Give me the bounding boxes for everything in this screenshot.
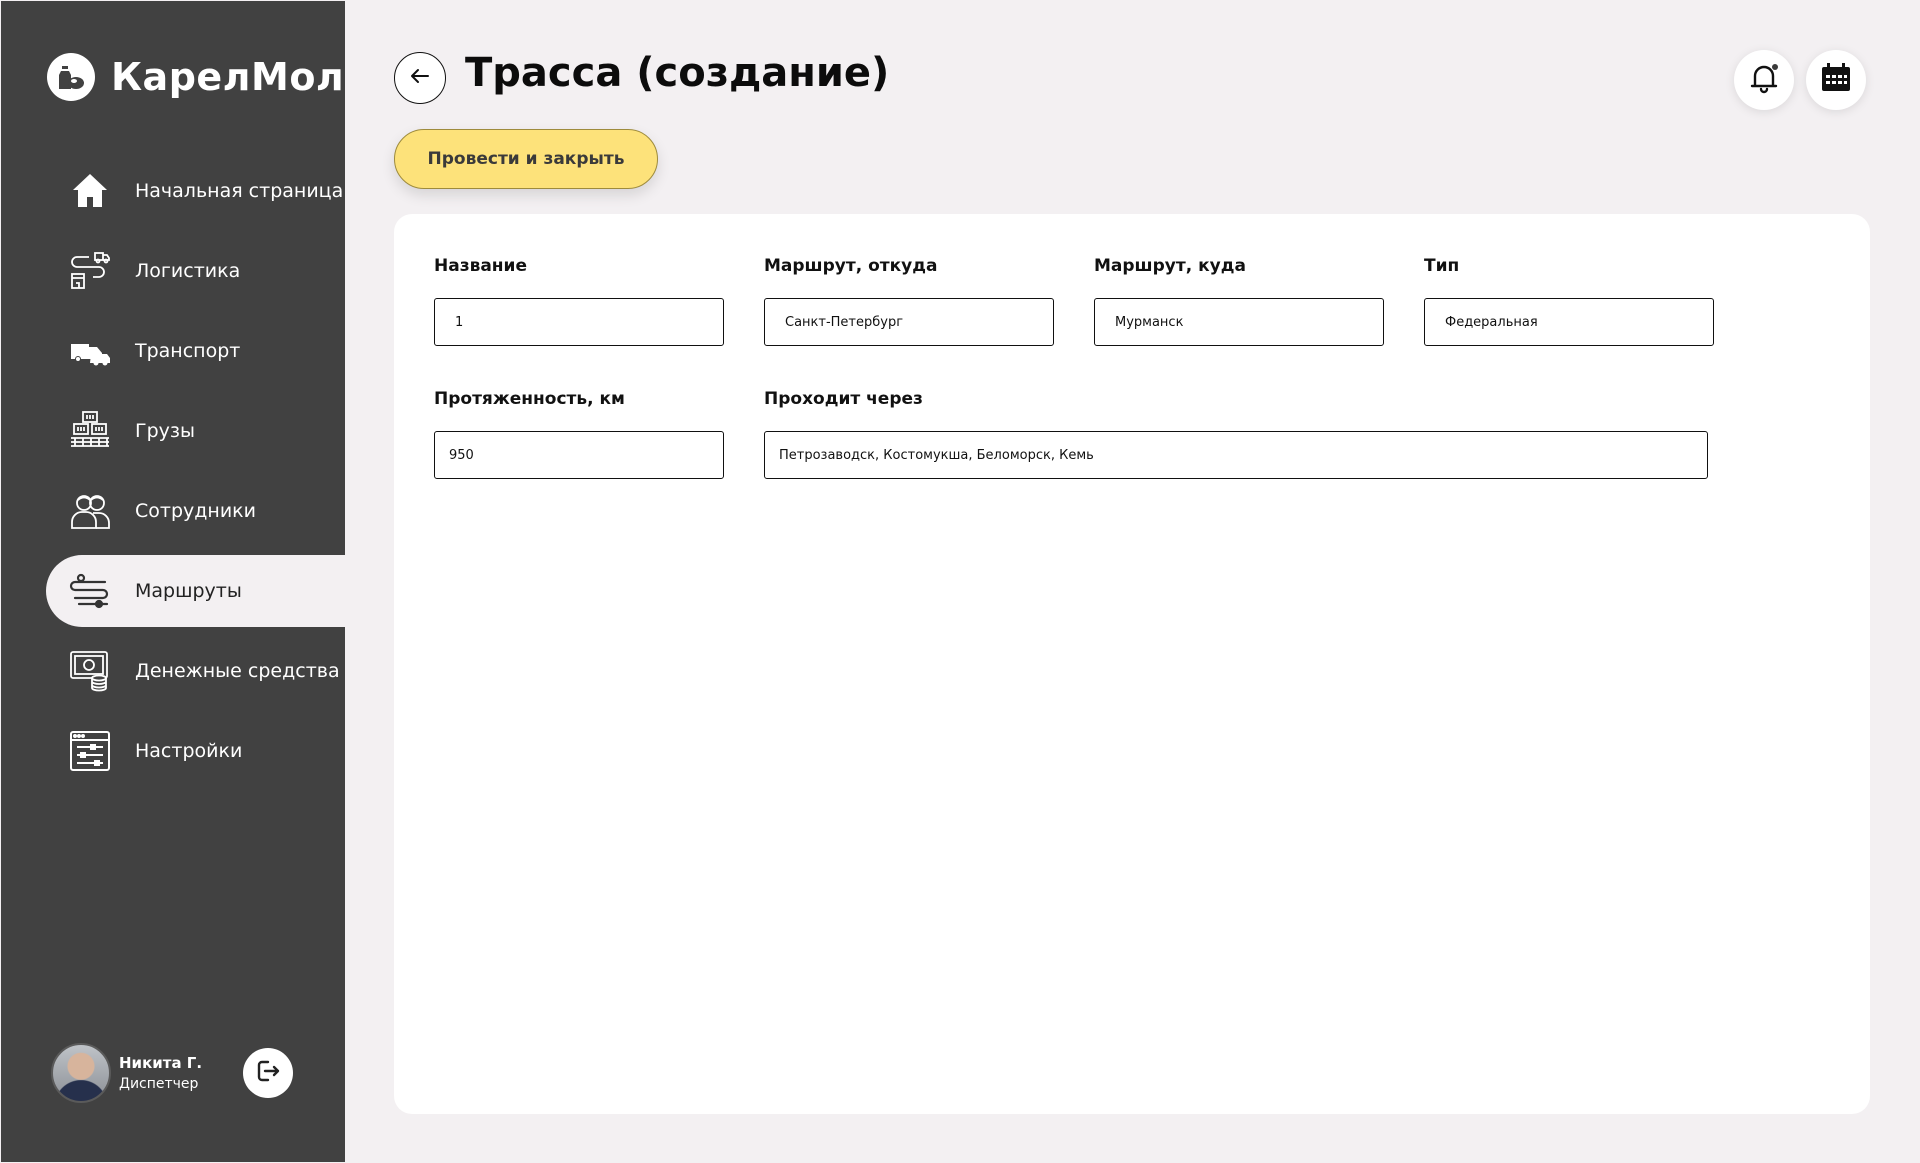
sidebar-item-label: Настройки <box>135 740 243 762</box>
field-type: Тип <box>1424 254 1714 346</box>
sidebar-item-settings[interactable]: Настройки <box>1 715 345 787</box>
user-name: Никита Г. <box>119 1054 203 1072</box>
sidebar-item-label: Сотрудники <box>135 500 256 522</box>
sidebar-item-label: Транспорт <box>135 340 241 362</box>
sidebar-item-logistics[interactable]: Логистика <box>1 235 345 307</box>
sidebar: КарелМол Начальная страница Логистика Тр… <box>1 1 345 1162</box>
field-label: Название <box>434 256 527 276</box>
field-name: Название <box>434 254 724 346</box>
money-icon <box>69 650 111 692</box>
name-input[interactable] <box>434 298 724 346</box>
back-button[interactable] <box>394 52 446 104</box>
app-name: КарелМол <box>111 55 345 99</box>
field-label: Маршрут, откуда <box>764 256 938 276</box>
sidebar-item-label: Логистика <box>135 260 241 282</box>
type-input[interactable] <box>1424 298 1714 346</box>
home-icon <box>69 170 111 212</box>
user-profile[interactable]: Никита Г. Диспетчер <box>51 1043 202 1103</box>
field-label: Протяженность, км <box>434 389 625 409</box>
logistics-icon <box>69 250 111 292</box>
page-title: Трасса (создание) <box>465 50 890 96</box>
sidebar-item-label: Грузы <box>135 420 195 442</box>
settings-icon <box>69 730 111 772</box>
field-label: Проходит через <box>764 389 923 409</box>
sidebar-item-cargo[interactable]: Грузы <box>1 395 345 467</box>
sidebar-item-label: Денежные средства <box>135 660 340 682</box>
post-and-close-button[interactable]: Провести и закрыть <box>394 129 658 189</box>
sidebar-nav: Начальная страница Логистика Транспорт Г… <box>1 155 345 795</box>
route-to-input[interactable] <box>1094 298 1384 346</box>
route-from-input[interactable] <box>764 298 1054 346</box>
sidebar-item-money[interactable]: Денежные средства <box>1 635 345 707</box>
calendar-button[interactable] <box>1806 50 1866 110</box>
field-label: Маршрут, куда <box>1094 256 1246 276</box>
sidebar-item-label: Начальная страница <box>135 180 344 202</box>
field-length: Протяженность, км <box>434 387 724 479</box>
field-route-to: Маршрут, куда <box>1094 254 1384 346</box>
sidebar-item-home[interactable]: Начальная страница <box>1 155 345 227</box>
sidebar-item-transport[interactable]: Транспорт <box>1 315 345 387</box>
milk-logo-icon <box>47 53 95 101</box>
sidebar-item-routes[interactable]: Маршруты <box>46 555 345 627</box>
cargo-icon <box>69 410 111 452</box>
calendar-icon <box>1819 61 1853 99</box>
via-input[interactable] <box>764 431 1708 479</box>
employees-icon <box>69 490 111 532</box>
logout-button[interactable] <box>243 1048 293 1098</box>
length-input[interactable] <box>434 431 724 479</box>
notifications-button[interactable] <box>1734 50 1794 110</box>
avatar <box>51 1043 111 1103</box>
form-card: Название Маршрут, откуда Маршрут, куда Т… <box>394 214 1870 1114</box>
user-role: Диспетчер <box>119 1076 199 1092</box>
sidebar-item-label: Маршруты <box>135 580 242 602</box>
logout-icon <box>254 1057 282 1089</box>
arrow-left-icon <box>408 64 432 92</box>
vehicles-icon <box>69 330 111 372</box>
app-logo[interactable]: КарелМол <box>47 53 344 101</box>
user-info: Никита Г. Диспетчер <box>119 1054 202 1092</box>
field-route-from: Маршрут, откуда <box>764 254 1054 346</box>
field-via: Проходит через <box>764 387 1708 479</box>
bell-icon <box>1747 61 1781 99</box>
routes-icon <box>69 570 111 612</box>
sidebar-item-employees[interactable]: Сотрудники <box>1 475 345 547</box>
field-label: Тип <box>1424 256 1460 276</box>
